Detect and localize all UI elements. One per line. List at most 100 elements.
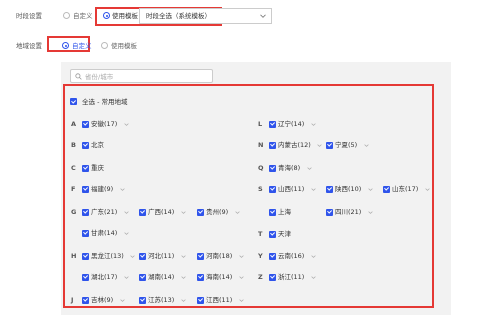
region-checkbox[interactable]	[82, 120, 89, 128]
group-letter-h: H	[71, 252, 77, 260]
region-name: 重庆	[91, 164, 104, 172]
region-checkbox[interactable]	[383, 185, 390, 193]
region-checkbox[interactable]	[139, 252, 146, 260]
time-setting-label: 时段设置	[16, 12, 42, 20]
region-checkbox[interactable]	[197, 252, 204, 260]
region-checkbox[interactable]	[82, 252, 89, 260]
region-count: (17)	[405, 185, 419, 193]
time-custom-radio[interactable]	[63, 12, 70, 19]
region-checkbox[interactable]	[82, 164, 89, 172]
region-count: (9)	[104, 296, 114, 304]
region-name: 四川	[335, 208, 348, 216]
group-letter-f: F	[71, 185, 76, 193]
group-letter-b: B	[71, 141, 76, 149]
region-custom-radio[interactable]	[62, 42, 69, 49]
region-name: 河北	[148, 252, 161, 260]
region-name: 宁夏	[335, 141, 348, 149]
chevron-down-icon[interactable]	[367, 210, 373, 215]
region-checkbox[interactable]	[269, 141, 276, 149]
chevron-down-icon[interactable]	[123, 275, 129, 280]
group-letter-t: T	[258, 230, 263, 238]
chevron-down-icon[interactable]	[238, 298, 244, 303]
region-checkbox[interactable]	[139, 273, 146, 281]
region-checkbox[interactable]	[197, 296, 204, 304]
region-name: 河南	[206, 252, 219, 260]
chevron-down-icon[interactable]	[130, 254, 135, 259]
region-count: (21)	[104, 208, 118, 216]
chevron-down-icon[interactable]	[310, 122, 316, 127]
chevron-down-icon[interactable]	[123, 210, 129, 215]
region-checkbox[interactable]	[82, 296, 89, 304]
chevron-down-icon[interactable]	[120, 298, 125, 303]
region-checkbox[interactable]	[82, 185, 89, 193]
chevron-down-icon[interactable]	[307, 166, 312, 171]
region-name: 贵州	[206, 208, 219, 216]
region-checkbox[interactable]	[82, 229, 89, 237]
time-template-value: 时段全选（系统模板）	[146, 12, 211, 20]
region-checkbox[interactable]	[139, 296, 146, 304]
region-name: 广西	[148, 208, 161, 216]
chevron-down-icon[interactable]	[317, 143, 322, 148]
region-checkbox[interactable]	[197, 273, 204, 281]
group-letter-a: A	[71, 120, 77, 128]
region-count: (9)	[104, 185, 114, 193]
chevron-down-icon[interactable]	[120, 187, 125, 192]
region-count: (14)	[219, 273, 233, 281]
region-name: 江苏	[148, 296, 161, 304]
region-checkbox[interactable]	[269, 185, 276, 193]
region-checkbox[interactable]	[326, 141, 333, 149]
region-name: 辽宁	[278, 120, 291, 128]
chevron-down-icon[interactable]	[180, 298, 186, 303]
search-input[interactable]: 省份/城市	[70, 69, 213, 83]
chevron-down-icon[interactable]	[123, 122, 129, 127]
chevron-down-icon[interactable]	[424, 187, 430, 192]
group-letter-g: G	[71, 208, 77, 216]
chevron-down-icon[interactable]	[238, 254, 244, 259]
region-checkbox[interactable]	[326, 185, 333, 193]
group-letter-y: Y	[258, 252, 263, 260]
region-count: (5)	[348, 141, 358, 149]
time-template-select[interactable]: 时段全选（系统模板）	[139, 8, 272, 24]
region-checkbox[interactable]	[269, 230, 276, 238]
time-template-label[interactable]: 使用模板	[112, 12, 138, 20]
chevron-down-icon[interactable]	[310, 187, 316, 192]
region-custom-label[interactable]: 自定义	[72, 42, 92, 50]
region-count: (12)	[297, 141, 311, 149]
region-checkbox[interactable]	[82, 208, 89, 216]
region-count: (17)	[104, 273, 118, 281]
region-checkbox[interactable]	[269, 252, 276, 260]
chevron-down-icon[interactable]	[123, 231, 129, 236]
chevron-down-icon[interactable]	[238, 275, 244, 280]
chevron-down-icon	[260, 13, 266, 21]
chevron-down-icon[interactable]	[180, 275, 186, 280]
chevron-down-icon[interactable]	[235, 210, 240, 215]
region-checkbox[interactable]	[82, 273, 89, 281]
region-count: (14)	[104, 229, 118, 237]
region-checkbox[interactable]	[82, 141, 89, 149]
region-setting-label: 地域设置	[16, 42, 42, 50]
time-template-radio[interactable]	[103, 12, 110, 19]
chevron-down-icon[interactable]	[310, 275, 316, 280]
region-name: 北京	[91, 141, 104, 149]
chevron-down-icon[interactable]	[364, 143, 369, 148]
chevron-down-icon[interactable]	[310, 254, 316, 259]
region-name: 青海	[278, 164, 291, 172]
region-count: (11)	[291, 185, 305, 193]
time-custom-label[interactable]: 自定义	[73, 12, 93, 20]
region-checkbox[interactable]	[269, 208, 276, 216]
chevron-down-icon[interactable]	[180, 210, 186, 215]
select-all-checkbox[interactable]	[70, 98, 77, 105]
region-checkbox[interactable]	[197, 208, 204, 216]
region-checkbox[interactable]	[269, 273, 276, 281]
chevron-down-icon[interactable]	[367, 187, 373, 192]
chevron-down-icon[interactable]	[180, 254, 186, 259]
region-count: (11)	[161, 252, 175, 260]
region-checkbox[interactable]	[269, 120, 276, 128]
search-icon	[75, 73, 82, 82]
region-template-label[interactable]: 使用模板	[111, 42, 137, 50]
region-template-radio[interactable]	[101, 42, 108, 49]
region-count: (9)	[219, 208, 229, 216]
region-checkbox[interactable]	[269, 164, 276, 172]
region-checkbox[interactable]	[139, 208, 146, 216]
region-checkbox[interactable]	[326, 208, 333, 216]
